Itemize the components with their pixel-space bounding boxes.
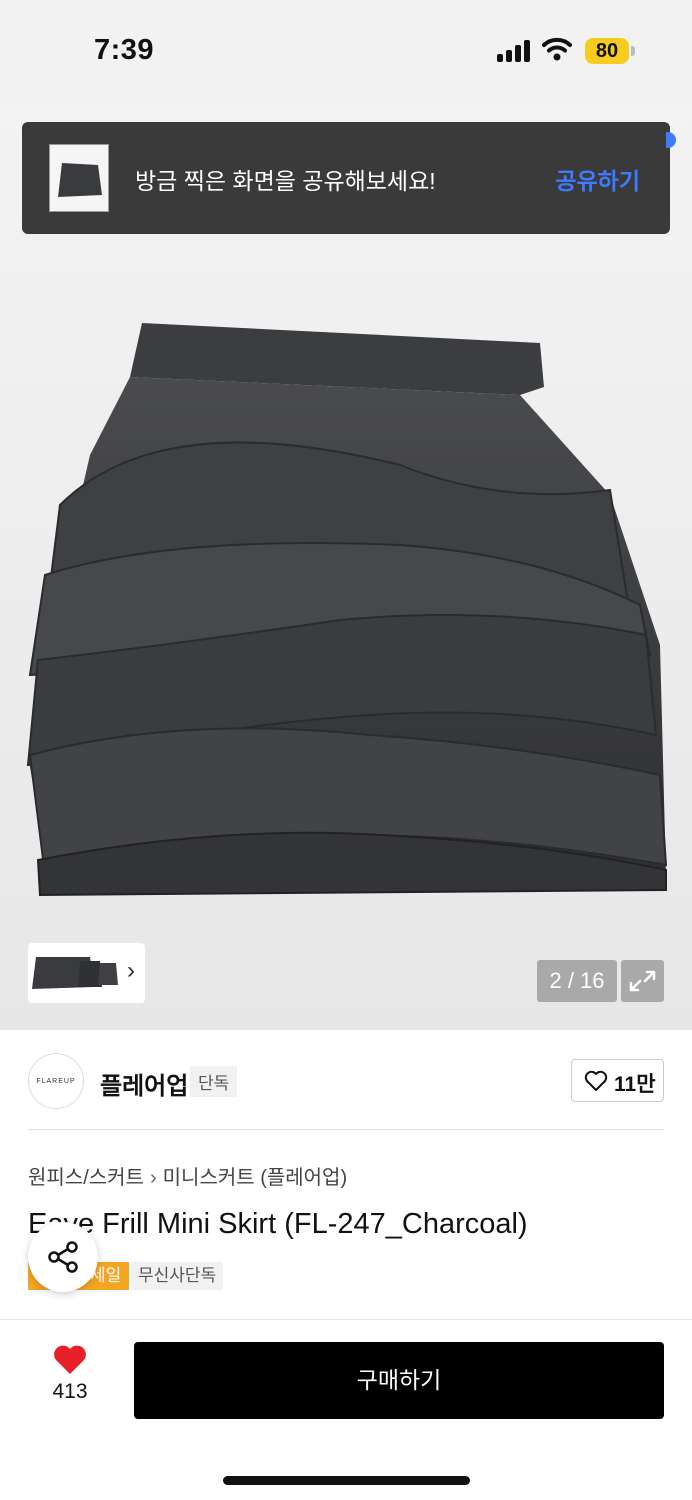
battery-level: 80	[585, 38, 629, 64]
battery-icon: 80	[585, 38, 635, 64]
cellular-signal-icon	[497, 40, 533, 62]
home-indicator	[223, 1476, 470, 1485]
toast-message: 방금 찍은 화면을 공유해보세요!	[135, 168, 436, 194]
image-thumbnail-strip[interactable]: ›	[28, 943, 145, 1003]
breadcrumb-category[interactable]: 원피스/스커트	[28, 1167, 144, 1189]
heart-filled-icon	[54, 1345, 86, 1374]
thumbnail-images	[32, 957, 118, 989]
brand-like-button[interactable]: 11만	[571, 1059, 664, 1102]
brand-logo[interactable]: FLAREUP	[28, 1053, 84, 1109]
status-bar: 7:39 80	[0, 0, 692, 100]
brand-like-count: 11만	[614, 1073, 656, 1096]
wifi-icon	[542, 37, 572, 61]
wishlist-count: 413	[52, 1380, 88, 1403]
breadcrumb-subcategory[interactable]: 미니스커트 (플레어업)	[163, 1167, 347, 1189]
expand-icon[interactable]	[621, 960, 664, 1002]
image-counter: 2 / 16	[537, 960, 617, 1002]
share-toast: 방금 찍은 화면을 공유해보세요! 공유하기	[22, 122, 670, 234]
heart-outline-icon	[584, 1070, 608, 1091]
screenshot-thumbnail[interactable]	[49, 144, 109, 212]
buy-button[interactable]: 구매하기	[134, 1342, 664, 1419]
chevron-right-icon[interactable]: ›	[127, 957, 135, 985]
wishlist-button[interactable]: 413	[40, 1344, 100, 1404]
share-now-button[interactable]: 공유하기	[555, 162, 640, 196]
breadcrumb-separator: ›	[149, 1167, 157, 1189]
brand-name[interactable]: 플레어업	[100, 1066, 188, 1101]
share-icon	[48, 1241, 78, 1273]
status-time: 7:39	[94, 34, 155, 66]
product-image-gallery[interactable]	[0, 100, 692, 1030]
divider	[28, 1129, 664, 1130]
share-button[interactable]	[28, 1222, 98, 1292]
product-image	[26, 323, 668, 897]
musinsa-exclusive-badge: 무신사단독	[131, 1262, 224, 1290]
exclusive-tag: 단독	[190, 1066, 238, 1097]
product-title: Eave Frill Mini Skirt (FL-247_Charcoal)	[28, 1208, 528, 1240]
breadcrumb: 원피스/스커트 › 미니스커트 (플레어업)	[28, 1161, 347, 1190]
